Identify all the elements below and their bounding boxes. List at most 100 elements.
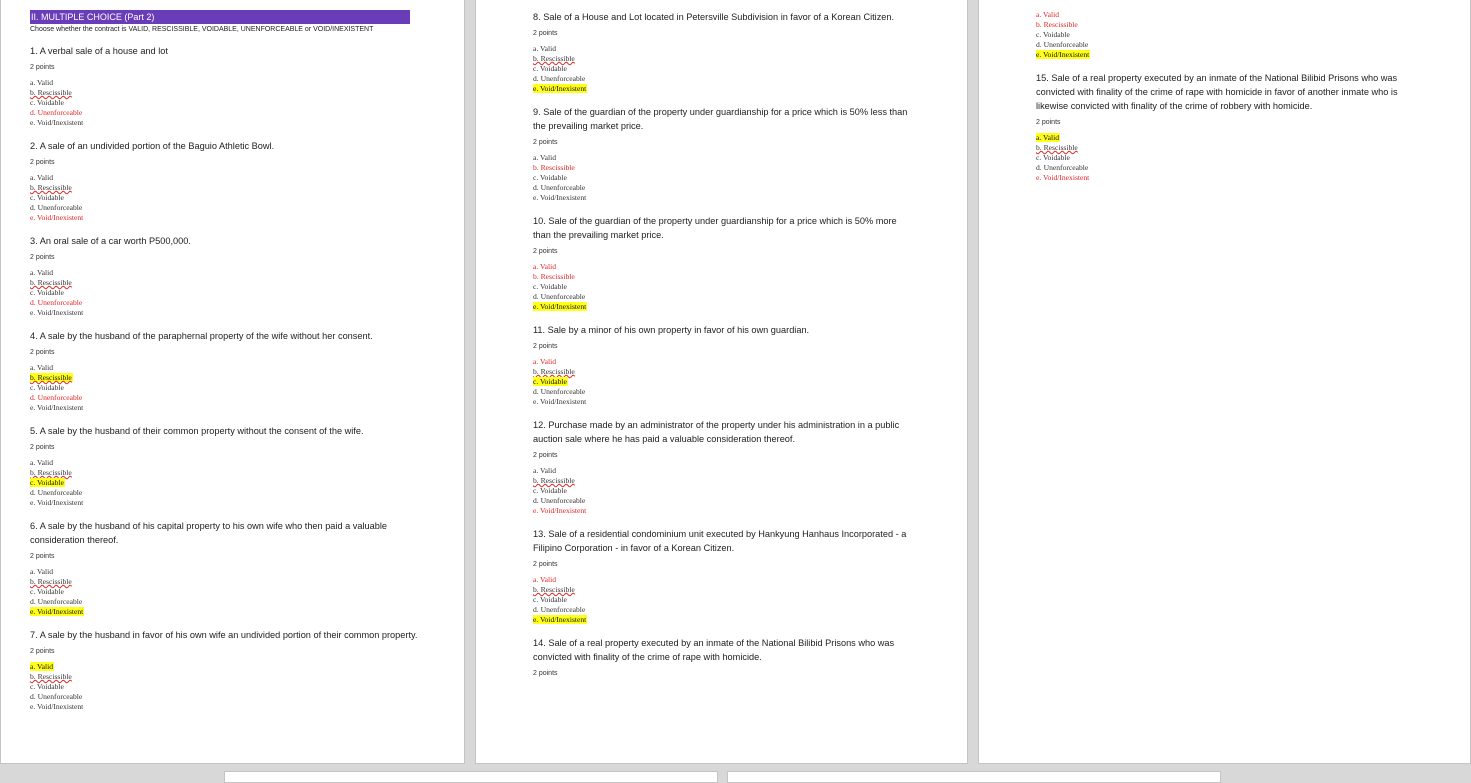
question-points: 2 points xyxy=(30,648,55,655)
answer-option-label: c. Voidable xyxy=(30,587,64,596)
answer-option[interactable]: a. Valid xyxy=(1036,10,1416,20)
page-2-content: 8. Sale of a House and Lot located in Pe… xyxy=(533,10,913,688)
question-block: 13. Sale of a residential condominium un… xyxy=(533,527,913,625)
answer-option[interactable]: c. Voidable xyxy=(533,64,913,74)
question-text: 15. Sale of a real property executed by … xyxy=(1036,73,1398,111)
answer-option[interactable]: c. Voidable xyxy=(1036,30,1416,40)
answer-option-label: e. Void/Inexistent xyxy=(533,397,587,406)
answer-option-label: e. Void/Inexistent xyxy=(30,607,85,616)
answer-option[interactable]: d. Unenforceable xyxy=(30,597,420,607)
answer-option[interactable]: d. Unenforceable xyxy=(30,692,420,702)
answer-option[interactable]: e. Void/Inexistent xyxy=(30,607,420,617)
answer-option[interactable]: c. Voidable xyxy=(533,282,913,292)
question-points: 2 points xyxy=(533,452,558,459)
answer-option[interactable]: a. Valid xyxy=(533,466,913,476)
answer-option[interactable]: c. Voidable xyxy=(30,193,420,203)
answer-option[interactable]: e. Void/Inexistent xyxy=(533,397,913,407)
answer-option[interactable]: a. Valid xyxy=(533,357,913,367)
answer-option[interactable]: a. Valid xyxy=(533,575,913,585)
answer-option[interactable]: d. Unenforceable xyxy=(1036,40,1416,50)
answer-option-label: c. Voidable xyxy=(30,383,64,392)
answer-option[interactable]: a. Valid xyxy=(30,458,420,468)
answer-option[interactable]: d. Unenforceable xyxy=(1036,163,1416,173)
answer-option[interactable]: e. Void/Inexistent xyxy=(533,615,913,625)
answer-option[interactable]: d. Unenforceable xyxy=(30,298,420,308)
answer-option[interactable]: e. Void/Inexistent xyxy=(30,403,420,413)
answer-option[interactable]: e. Void/Inexistent xyxy=(30,308,420,318)
answer-option-label: d. Unenforceable xyxy=(1036,40,1089,49)
answer-option[interactable]: b. Rescissible xyxy=(533,585,913,595)
answer-option[interactable]: e. Void/Inexistent xyxy=(533,193,913,203)
answer-option[interactable]: b. Rescissible xyxy=(30,278,420,288)
question-text: 12. Purchase made by an administrator of… xyxy=(533,420,900,444)
answer-option[interactable]: a. Valid xyxy=(30,268,420,278)
answer-option[interactable]: a. Valid xyxy=(30,363,420,373)
answer-option[interactable]: b. Rescissible xyxy=(533,54,913,64)
answer-option[interactable]: c. Voidable xyxy=(1036,153,1416,163)
answer-option-label: e. Void/Inexistent xyxy=(533,84,588,93)
answer-option[interactable]: b. Rescissible xyxy=(533,367,913,377)
answer-option[interactable]: d. Unenforceable xyxy=(533,605,913,615)
answer-option[interactable]: c. Voidable xyxy=(30,682,420,692)
answer-option[interactable]: c. Voidable xyxy=(533,173,913,183)
question-block: 5. A sale by the husband of their common… xyxy=(30,424,420,508)
answer-option[interactable]: b. Rescissible xyxy=(1036,143,1416,153)
answer-option[interactable]: c. Voidable xyxy=(533,595,913,605)
answer-option[interactable]: e. Void/Inexistent xyxy=(30,213,420,223)
answer-option[interactable]: d. Unenforceable xyxy=(533,292,913,302)
answer-option[interactable]: a. Valid xyxy=(533,153,913,163)
answer-option[interactable]: b. Rescissible xyxy=(30,88,420,98)
answer-option[interactable]: d. Unenforceable xyxy=(533,387,913,397)
answer-option[interactable]: e. Void/Inexistent xyxy=(533,506,913,516)
answer-option[interactable]: b. Rescissible xyxy=(30,672,420,682)
answer-option[interactable]: d. Unenforceable xyxy=(30,393,420,403)
answer-option[interactable]: a. Valid xyxy=(30,173,420,183)
answer-option[interactable]: e. Void/Inexistent xyxy=(533,84,913,94)
answer-option[interactable]: b. Rescissible xyxy=(30,183,420,193)
answer-option[interactable]: c. Voidable xyxy=(30,98,420,108)
answer-option[interactable]: e. Void/Inexistent xyxy=(533,302,913,312)
answer-option[interactable]: b. Rescissible xyxy=(533,476,913,486)
answer-option[interactable]: d. Unenforceable xyxy=(533,74,913,84)
answer-option-label: d. Unenforceable xyxy=(30,393,83,402)
answer-option[interactable]: a. Valid xyxy=(533,44,913,54)
answer-option[interactable]: c. Voidable xyxy=(30,587,420,597)
answer-option[interactable]: c. Voidable xyxy=(30,478,420,488)
answer-option-label: a. Valid xyxy=(30,173,54,182)
answer-option[interactable]: d. Unenforceable xyxy=(533,183,913,193)
question-text: 1. A verbal sale of a house and lot xyxy=(30,46,168,56)
answer-option-label: b. Rescissible xyxy=(30,278,72,287)
answer-option[interactable]: b. Rescissible xyxy=(1036,20,1416,30)
answer-option[interactable]: d. Unenforceable xyxy=(30,108,420,118)
answer-option-label: d. Unenforceable xyxy=(533,387,586,396)
answer-option[interactable]: a. Valid xyxy=(30,662,420,672)
answer-option[interactable]: c. Voidable xyxy=(30,383,420,393)
answer-option[interactable]: b. Rescissible xyxy=(30,373,420,383)
answer-option-label: d. Unenforceable xyxy=(533,605,586,614)
answer-option[interactable]: d. Unenforceable xyxy=(30,203,420,213)
answer-option-label: b. Rescissible xyxy=(533,163,575,172)
answer-option[interactable]: a. Valid xyxy=(533,262,913,272)
question-points: 2 points xyxy=(533,670,558,677)
question-points: 2 points xyxy=(533,561,558,568)
answer-option[interactable]: b. Rescissible xyxy=(30,468,420,478)
answer-option[interactable]: d. Unenforceable xyxy=(30,488,420,498)
answer-option[interactable]: a. Valid xyxy=(30,567,420,577)
answer-option-label: c. Voidable xyxy=(30,98,64,107)
answer-option[interactable]: b. Rescissible xyxy=(533,272,913,282)
answer-option[interactable]: d. Unenforceable xyxy=(533,496,913,506)
answer-option[interactable]: c. Voidable xyxy=(30,288,420,298)
answer-option[interactable]: a. Valid xyxy=(30,78,420,88)
answer-option[interactable]: e. Void/Inexistent xyxy=(30,498,420,508)
answer-option[interactable]: e. Void/Inexistent xyxy=(30,118,420,128)
answer-option[interactable]: a. Valid xyxy=(1036,133,1416,143)
question-points: 2 points xyxy=(533,343,558,350)
answer-option[interactable]: e. Void/Inexistent xyxy=(1036,50,1416,60)
answer-option[interactable]: c. Voidable xyxy=(533,486,913,496)
question-block: 11. Sale by a minor of his own property … xyxy=(533,323,913,407)
answer-option[interactable]: e. Void/Inexistent xyxy=(30,702,420,712)
answer-option[interactable]: e. Void/Inexistent xyxy=(1036,173,1416,183)
answer-option[interactable]: b. Rescissible xyxy=(30,577,420,587)
answer-option[interactable]: b. Rescissible xyxy=(533,163,913,173)
answer-option[interactable]: c. Voidable xyxy=(533,377,913,387)
